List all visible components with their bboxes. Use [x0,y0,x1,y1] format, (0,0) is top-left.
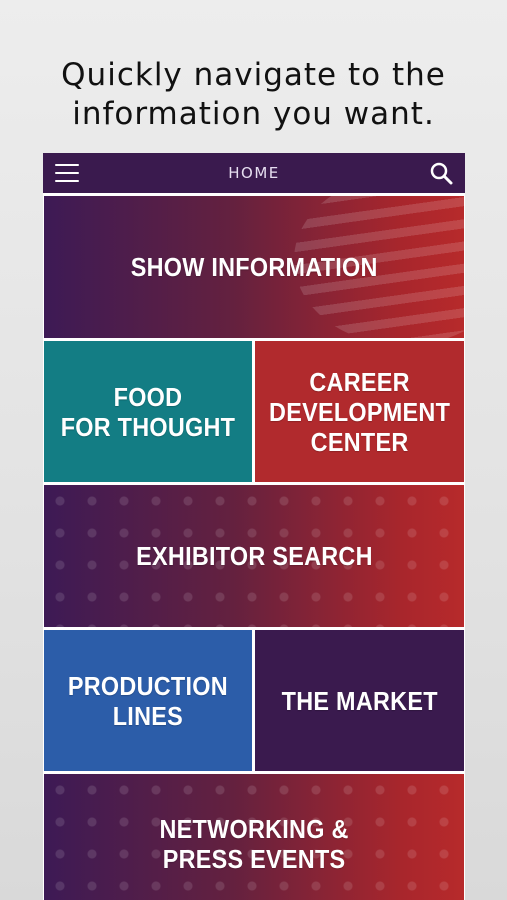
tile-label: CAREER DEVELOPMENT CENTER [268,366,451,457]
tile-show-information[interactable]: SHOW INFORMATION [44,196,464,338]
nav-title: HOME [228,164,280,182]
tile-production-lines[interactable]: PRODUCTION LINES [44,630,252,771]
top-nav-bar: HOME [43,153,465,193]
promo-headline-line-1: Quickly navigate to the [61,57,446,93]
tile-label: SHOW INFORMATION [130,252,378,282]
tile-label: FOOD FOR THOUGHT [60,381,236,442]
tile-label: EXHIBITOR SEARCH [135,541,373,571]
tile-career-development-center[interactable]: CAREER DEVELOPMENT CENTER [255,341,464,482]
tile-the-market[interactable]: THE MARKET [255,630,464,771]
tile-label: THE MARKET [281,685,438,716]
tile-networking-press-events[interactable]: NETWORKING & PRESS EVENTS [44,774,464,900]
tile-food-for-thought[interactable]: FOOD FOR THOUGHT [44,341,252,482]
tile-exhibitor-search[interactable]: EXHIBITOR SEARCH [44,485,464,627]
promo-headline: Quickly navigate to the information you … [0,56,507,134]
promo-headline-line-2: information you want. [72,96,435,132]
tile-label: PRODUCTION LINES [67,670,229,731]
tile-label: NETWORKING & PRESS EVENTS [159,814,349,874]
app-screen: HOME SHOW INFORMATION FOOD FOR THOUGHT C… [43,153,465,900]
search-icon[interactable] [429,161,453,185]
